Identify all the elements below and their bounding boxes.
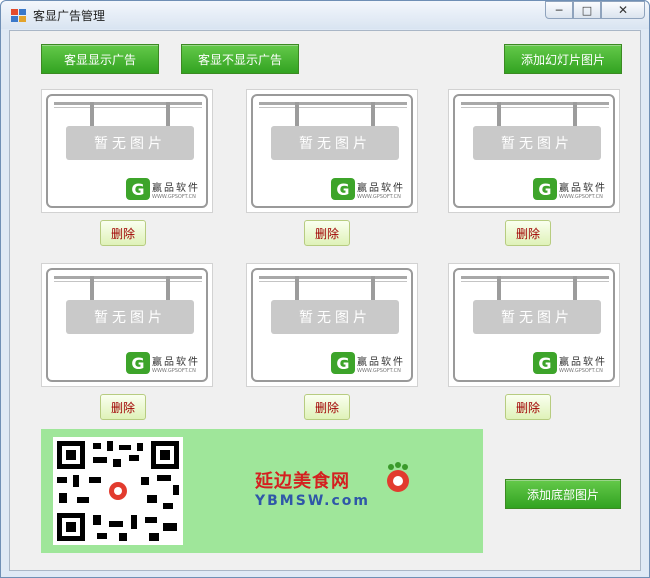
client-area: 客显显示广告 客显不显示广告 添加幻灯片图片 暂无图片 G 赢品软件 WWW.GPS… (9, 30, 641, 571)
ad-slot-6[interactable]: 暂无图片 G 赢品软件 WWW.GPSOFT.CN (448, 263, 620, 387)
no-image-placeholder: 暂无图片 (271, 300, 399, 334)
gpsoft-logo-icon: G (126, 352, 150, 374)
close-button[interactable]: ✕ (601, 1, 645, 19)
gpsoft-logo-icon: G (126, 178, 150, 200)
brand-logo: G 赢品软件 WWW.GPSOFT.CN (126, 178, 200, 200)
window-controls: ─ □ ✕ (545, 1, 645, 19)
brand-logo: G 赢品软件 WWW.GPSOFT.CN (533, 178, 607, 200)
delete-button-4[interactable]: 删除 (100, 394, 146, 420)
show-ads-button[interactable]: 客显显示广告 (41, 44, 159, 74)
title-bar[interactable]: 客显广告管理 ─ □ ✕ (1, 1, 649, 29)
delete-button-6[interactable]: 删除 (505, 394, 551, 420)
delete-button-5[interactable]: 删除 (304, 394, 350, 420)
ad-slot-1[interactable]: 暂无图片 G 赢品软件 WWW.GPSOFT.CN (41, 89, 213, 213)
gpsoft-logo-icon: G (533, 352, 557, 374)
ad-slot-5[interactable]: 暂无图片 G 赢品软件 WWW.GPSOFT.CN (246, 263, 418, 387)
no-image-placeholder: 暂无图片 (473, 126, 601, 160)
site-name-en: YBMSW.com (255, 493, 370, 509)
qr-code-icon (53, 437, 183, 545)
brand-logo: G 赢品软件 WWW.GPSOFT.CN (533, 352, 607, 374)
maximize-button[interactable]: □ (573, 1, 601, 19)
delete-button-1[interactable]: 删除 (100, 220, 146, 246)
chef-logo-icon (387, 462, 409, 492)
main-window: 客显广告管理 ─ □ ✕ 客显显示广告 客显不显示广告 添加幻灯片图片 暂无图片… (0, 0, 650, 578)
no-image-placeholder: 暂无图片 (473, 300, 601, 334)
site-name-cn: 延边美食网 (255, 471, 350, 492)
no-image-placeholder: 暂无图片 (66, 126, 194, 160)
gpsoft-logo-icon: G (533, 178, 557, 200)
delete-button-2[interactable]: 删除 (304, 220, 350, 246)
brand-logo: G 赢品软件 WWW.GPSOFT.CN (126, 352, 200, 374)
add-bottom-image-button[interactable]: 添加底部图片 (505, 479, 621, 509)
brand-logo: G 赢品软件 WWW.GPSOFT.CN (331, 178, 405, 200)
add-slides-button[interactable]: 添加幻灯片图片 (504, 44, 622, 74)
brand-logo: G 赢品软件 WWW.GPSOFT.CN (331, 352, 405, 374)
hide-ads-button[interactable]: 客显不显示广告 (181, 44, 299, 74)
no-image-placeholder: 暂无图片 (271, 126, 399, 160)
ad-slot-2[interactable]: 暂无图片 G 赢品软件 WWW.GPSOFT.CN (246, 89, 418, 213)
bottom-banner-image[interactable]: 延边美食网 YBMSW.com (41, 429, 483, 553)
app-icon (11, 9, 26, 22)
window-title: 客显广告管理 (33, 9, 106, 23)
minimize-button[interactable]: ─ (545, 1, 573, 19)
ad-slot-4[interactable]: 暂无图片 G 赢品软件 WWW.GPSOFT.CN (41, 263, 213, 387)
gpsoft-logo-icon: G (331, 178, 355, 200)
site-logo: 延边美食网 YBMSW.com (255, 462, 409, 509)
gpsoft-logo-icon: G (331, 352, 355, 374)
ad-slot-3[interactable]: 暂无图片 G 赢品软件 WWW.GPSOFT.CN (448, 89, 620, 213)
no-image-placeholder: 暂无图片 (66, 300, 194, 334)
delete-button-3[interactable]: 删除 (505, 220, 551, 246)
